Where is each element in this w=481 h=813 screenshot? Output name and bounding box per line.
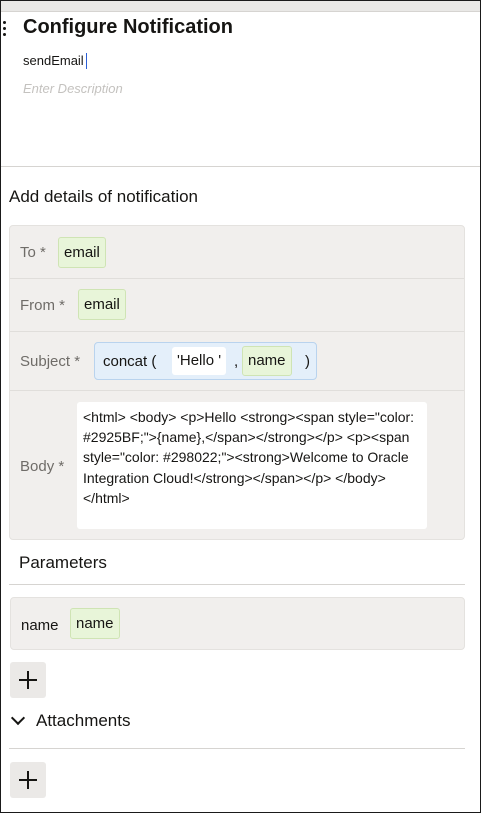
- to-label: To *: [20, 244, 46, 261]
- parameters-title: Parameters: [19, 553, 107, 572]
- top-band: [1, 1, 480, 11]
- to-value-chip[interactable]: email: [58, 237, 106, 268]
- concat-close: ): [305, 353, 310, 370]
- concat-function-name: concat (: [103, 353, 157, 370]
- attachments-divider: [9, 748, 465, 749]
- from-label: From *: [20, 297, 65, 314]
- attachments-title: Attachments: [36, 711, 131, 730]
- body-label: Body *: [20, 458, 65, 475]
- parameter-name-label: name: [21, 617, 59, 634]
- subject-concat-function[interactable]: concat ( 'Hello ' , name ): [94, 342, 317, 380]
- parameter-value-chip[interactable]: name: [70, 608, 120, 639]
- top-edge: [1, 11, 480, 12]
- add-parameter-button[interactable]: [10, 662, 46, 698]
- page-title: Configure Notification: [23, 16, 233, 38]
- notification-name-input[interactable]: sendEmail: [23, 53, 87, 69]
- concat-separator: ,: [234, 353, 239, 370]
- from-row: From * email: [10, 279, 464, 332]
- subject-label: Subject *: [20, 353, 81, 370]
- notification-details: To * email From * email Subject * concat…: [9, 225, 465, 540]
- details-section-title: Add details of notification: [9, 187, 199, 206]
- description-input[interactable]: Enter Description: [23, 81, 123, 96]
- body-editor[interactable]: <html> <body> <p>Hello <strong><span sty…: [77, 402, 427, 529]
- to-row: To * email: [10, 226, 464, 279]
- concat-name-chip[interactable]: name: [242, 346, 292, 376]
- drag-handle-icon[interactable]: [3, 21, 7, 39]
- header-divider: [1, 166, 480, 167]
- notification-panel: Configure Notification sendEmail Enter D…: [0, 0, 481, 813]
- parameters-divider: [9, 584, 465, 585]
- parameters-list: name name: [10, 597, 465, 650]
- chevron-down-icon[interactable]: [10, 710, 26, 726]
- add-attachment-button[interactable]: [10, 762, 46, 798]
- from-value-chip[interactable]: email: [78, 289, 126, 320]
- concat-string-arg[interactable]: 'Hello ': [172, 347, 227, 375]
